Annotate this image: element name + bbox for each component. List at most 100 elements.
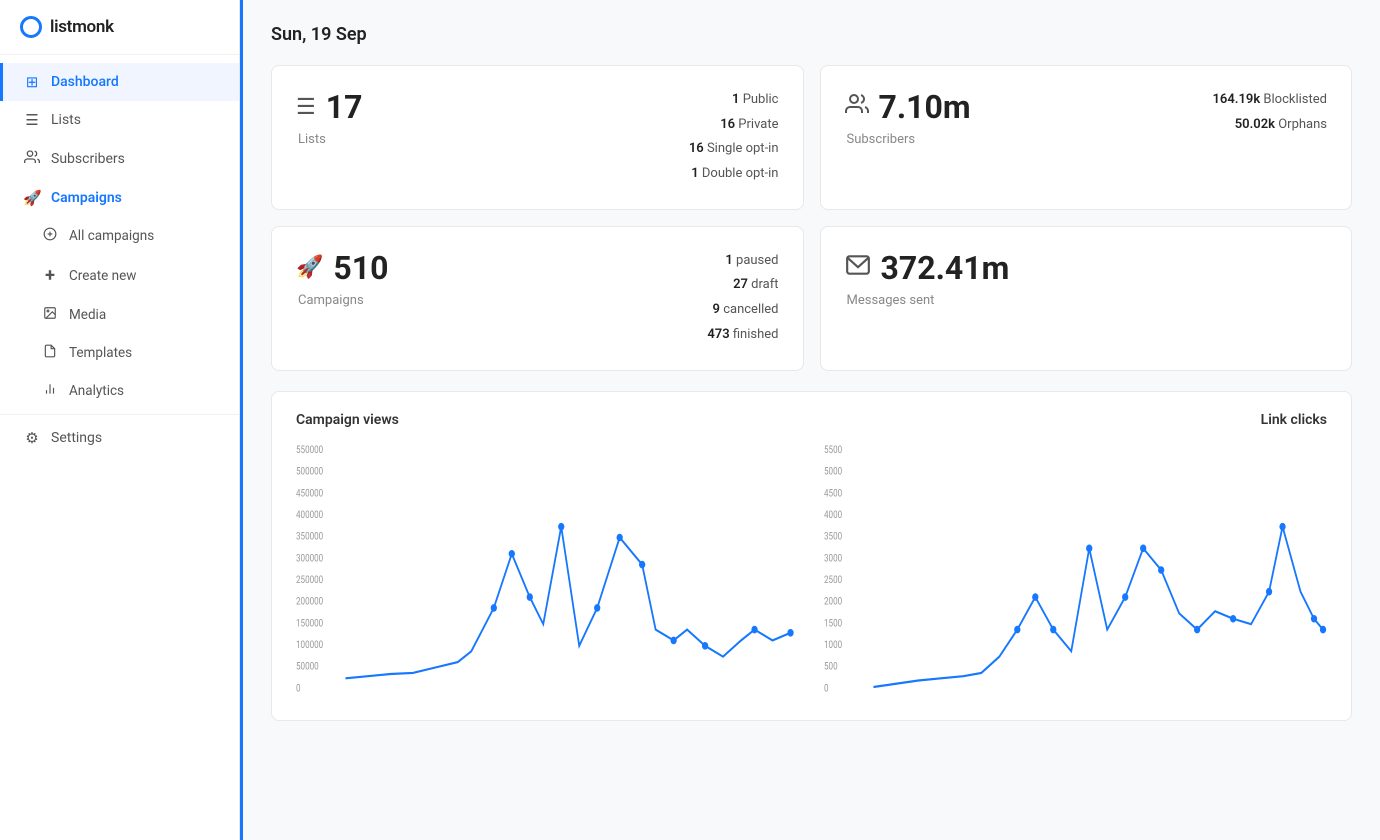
subscribers-details: 164.19k Blocklisted 50.02k Orphans <box>1212 88 1327 137</box>
stat-main-campaigns: 🚀 510 <box>296 249 388 287</box>
sidebar-item-templates[interactable]: Templates <box>0 334 239 372</box>
page-date: Sun, 19 Sep <box>271 24 1352 45</box>
svg-text:350000: 350000 <box>296 532 323 543</box>
subscribers-icon <box>23 149 41 169</box>
lists-icon: ☰ <box>23 111 41 129</box>
charts-grid: 550000 500000 450000 400000 350000 30000… <box>296 440 1327 700</box>
sidebar-item-analytics[interactable]: Analytics <box>0 372 239 410</box>
sidebar-item-label: Templates <box>69 345 132 361</box>
views-chart-line <box>345 526 790 678</box>
stat-card-lists: ☰ 17 Lists 1 Public 16 Private 16 Single… <box>271 65 804 210</box>
sidebar-item-lists[interactable]: ☰ Lists <box>0 101 239 139</box>
campaigns-details: 1 paused 27 draft 9 cancelled 473 finish… <box>707 249 778 348</box>
chart-dot <box>1086 544 1092 552</box>
list-detail-item: 1 Public <box>689 88 779 113</box>
svg-text:200000: 200000 <box>296 597 323 608</box>
sidebar-item-campaigns[interactable]: 🚀 Campaigns <box>0 179 239 217</box>
svg-text:1000: 1000 <box>824 640 842 651</box>
sidebar-item-subscribers[interactable]: Subscribers <box>0 139 239 179</box>
list-detail-item: 1 Double opt-in <box>689 162 779 187</box>
logo-area: listmonk <box>0 0 239 55</box>
stat-left-lists: ☰ 17 Lists <box>296 88 362 147</box>
sidebar-item-label: Create new <box>69 268 136 284</box>
stat-card-subscribers: 7.10m Subscribers 164.19k Blocklisted 50… <box>820 65 1353 210</box>
campaigns-count: 510 <box>333 249 388 287</box>
svg-text:250000: 250000 <box>296 575 323 586</box>
sidebar-item-dashboard[interactable]: ⊞ Dashboard <box>0 63 239 101</box>
media-icon <box>41 306 59 324</box>
sub-detail-item: 50.02k Orphans <box>1212 113 1327 138</box>
main-content: Sun, 19 Sep ☰ 17 Lists 1 Public 16 Priva… <box>243 0 1380 840</box>
views-chart-svg: 550000 500000 450000 400000 350000 30000… <box>296 440 800 700</box>
messages-label: Messages sent <box>847 293 1010 308</box>
svg-text:400000: 400000 <box>296 510 323 521</box>
campaign-detail-item: 1 paused <box>707 249 778 274</box>
subscribers-stat-icon <box>845 92 869 122</box>
chart-dot <box>1265 587 1271 595</box>
lists-label: Lists <box>298 132 362 147</box>
svg-text:500: 500 <box>824 662 838 673</box>
svg-text:50000: 50000 <box>296 662 319 673</box>
stat-left-messages: 372.41m Messages sent <box>845 249 1010 308</box>
svg-text:150000: 150000 <box>296 618 323 629</box>
clicks-chart-svg: 5500 5000 4500 4000 3500 3000 2500 2000 … <box>824 440 1328 700</box>
stat-main-lists: ☰ 17 <box>296 88 362 126</box>
clicks-chart-line <box>873 526 1323 686</box>
svg-text:5500: 5500 <box>824 445 842 456</box>
subscribers-count: 7.10m <box>879 88 971 126</box>
main-nav: ⊞ Dashboard ☰ Lists Subscribers 🚀 Campai… <box>0 55 239 465</box>
chart-dot <box>1229 614 1235 622</box>
sidebar-item-label: Media <box>69 307 106 323</box>
campaigns-label: Campaigns <box>298 293 388 308</box>
lists-stat-icon: ☰ <box>296 95 316 120</box>
chart-dot <box>1279 522 1285 530</box>
sidebar-item-label: Subscribers <box>51 151 125 167</box>
sidebar-item-label: Analytics <box>69 383 124 399</box>
chart-dot <box>1122 593 1128 601</box>
sub-detail-item: 164.19k Blocklisted <box>1212 88 1327 113</box>
messages-stat-icon <box>845 254 871 282</box>
svg-text:1500: 1500 <box>824 618 842 629</box>
settings-icon: ⚙ <box>23 429 41 447</box>
sidebar-item-all-campaigns[interactable]: All campaigns <box>0 217 239 255</box>
create-icon: + <box>41 265 59 286</box>
stat-card-messages: 372.41m Messages sent <box>820 226 1353 371</box>
lists-details: 1 Public 16 Private 16 Single opt-in 1 D… <box>689 88 779 187</box>
sidebar-item-label: Lists <box>51 112 81 128</box>
templates-icon <box>41 344 59 362</box>
lists-count: 17 <box>326 88 363 126</box>
chart-dot <box>1032 593 1038 601</box>
clicks-chart-title: Link clicks <box>1261 412 1327 428</box>
chart-dot <box>558 522 564 530</box>
chart-dot <box>639 560 645 568</box>
chart-dot <box>787 629 793 637</box>
stat-main-subscribers: 7.10m <box>845 88 971 126</box>
svg-text:500000: 500000 <box>296 467 323 478</box>
svg-text:3500: 3500 <box>824 532 842 543</box>
sidebar-item-media[interactable]: Media <box>0 296 239 334</box>
sidebar-item-label: All campaigns <box>69 228 154 244</box>
svg-text:0: 0 <box>824 683 829 694</box>
campaigns-icon: 🚀 <box>23 189 41 207</box>
sidebar-item-create-new[interactable]: + Create new <box>0 255 239 296</box>
chart-dot <box>527 593 533 601</box>
svg-text:5000: 5000 <box>824 467 842 478</box>
stat-left-campaigns: 🚀 510 Campaigns <box>296 249 388 308</box>
chart-dot <box>1014 625 1020 633</box>
campaigns-stat-icon: 🚀 <box>296 255 323 280</box>
svg-text:550000: 550000 <box>296 445 323 456</box>
chart-dot <box>702 642 708 650</box>
campaign-detail-item: 27 draft <box>707 273 778 298</box>
sidebar-item-settings[interactable]: ⚙ Settings <box>0 419 239 457</box>
sidebar-item-label: Campaigns <box>51 190 122 206</box>
campaign-detail-item: 473 finished <box>707 323 778 348</box>
dashboard-icon: ⊞ <box>23 73 41 91</box>
svg-text:4500: 4500 <box>824 488 842 499</box>
chart-dot <box>1050 625 1056 633</box>
chart-dot <box>491 604 497 612</box>
analytics-icon <box>41 382 59 400</box>
sidebar-item-label: Settings <box>51 430 102 446</box>
all-campaigns-icon <box>41 227 59 245</box>
chart-dot <box>509 549 515 557</box>
sidebar-item-label: Dashboard <box>51 74 119 90</box>
